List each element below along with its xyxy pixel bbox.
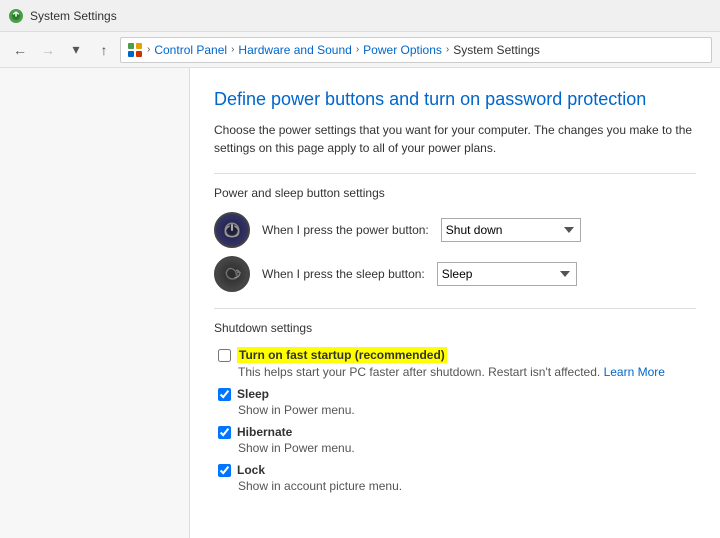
sleep-button-dropdown[interactable]: Sleep Shut down Hibernate Do nothing: [437, 262, 577, 286]
lock-checkbox[interactable]: [218, 464, 231, 477]
breadcrumb: › Control Panel › Hardware and Sound › P…: [120, 37, 712, 63]
power-icon-circle: [214, 212, 250, 248]
title-bar-text: System Settings: [30, 9, 117, 23]
fast-startup-label: Turn on fast startup (recommended): [237, 347, 447, 363]
back-icon: ←: [13, 42, 27, 58]
breadcrumb-system-settings: System Settings: [453, 43, 540, 57]
hibernate-checkbox[interactable]: [218, 426, 231, 439]
breadcrumb-hardware-sound[interactable]: Hardware and Sound: [238, 43, 351, 57]
power-sleep-section-header: Power and sleep button settings: [214, 186, 696, 202]
title-bar: System Settings: [0, 0, 720, 32]
shutdown-section-header: Shutdown settings: [214, 321, 696, 337]
breadcrumb-sep-1: ›: [231, 44, 234, 55]
power-button-icon: [222, 220, 242, 240]
chevron-down-icon: ▾: [72, 41, 79, 58]
main-content: Define power buttons and turn on passwor…: [0, 68, 720, 538]
page-title: Define power buttons and turn on passwor…: [214, 88, 696, 111]
breadcrumb-power-options[interactable]: Power Options: [363, 43, 442, 57]
breadcrumb-sep-0: ›: [147, 44, 150, 55]
content-area: Define power buttons and turn on passwor…: [190, 68, 720, 538]
power-button-label: When I press the power button:: [262, 223, 429, 237]
sleep-button-row: When I press the sleep button: Sleep Shu…: [214, 256, 696, 292]
fast-startup-checkbox[interactable]: [218, 349, 231, 362]
page-description: Choose the power settings that you want …: [214, 121, 694, 157]
up-button[interactable]: ↑: [92, 38, 116, 62]
shutdown-section: Shutdown settings Turn on fast startup (…: [214, 321, 696, 493]
breadcrumb-control-panel[interactable]: Control Panel: [154, 43, 227, 57]
power-button-dropdown[interactable]: Shut down Sleep Hibernate Do nothing: [441, 218, 581, 242]
sleep-item-label: Sleep: [237, 387, 269, 401]
power-button-row: When I press the power button: Shut down…: [214, 212, 696, 248]
sidebar: [0, 68, 190, 538]
lock-row: Lock: [218, 463, 696, 477]
sleep-icon-circle: [214, 256, 250, 292]
sleep-button-label: When I press the sleep button:: [262, 267, 425, 281]
sleep-button-icon: [222, 264, 242, 284]
section-divider-2: [214, 308, 696, 309]
hibernate-item: Hibernate Show in Power menu.: [214, 425, 696, 455]
fast-startup-row: Turn on fast startup (recommended): [218, 347, 696, 363]
sleep-row: Sleep: [218, 387, 696, 401]
sleep-checkbox[interactable]: [218, 388, 231, 401]
section-divider-1: [214, 173, 696, 174]
hibernate-item-label: Hibernate: [237, 425, 292, 439]
learn-more-link[interactable]: Learn More: [604, 365, 665, 379]
control-panel-icon: [127, 42, 143, 58]
lock-item-description: Show in account picture menu.: [238, 479, 696, 493]
hibernate-item-description: Show in Power menu.: [238, 441, 696, 455]
sleep-item-description: Show in Power menu.: [238, 403, 696, 417]
app-icon: [8, 8, 24, 24]
lock-item: Lock Show in account picture menu.: [214, 463, 696, 493]
back-button[interactable]: ←: [8, 38, 32, 62]
forward-icon: →: [41, 42, 55, 58]
fast-startup-item: Turn on fast startup (recommended) This …: [214, 347, 696, 379]
fast-startup-description: This helps start your PC faster after sh…: [238, 365, 696, 379]
nav-bar: ← → ▾ ↑ › Control Panel › Hardware and S…: [0, 32, 720, 68]
breadcrumb-sep-3: ›: [446, 44, 449, 55]
sleep-item: Sleep Show in Power menu.: [214, 387, 696, 417]
dropdown-button[interactable]: ▾: [64, 38, 88, 62]
hibernate-row: Hibernate: [218, 425, 696, 439]
breadcrumb-sep-2: ›: [356, 44, 359, 55]
up-icon: ↑: [101, 42, 108, 58]
lock-item-label: Lock: [237, 463, 265, 477]
forward-button[interactable]: →: [36, 38, 60, 62]
button-settings: When I press the power button: Shut down…: [214, 212, 696, 292]
